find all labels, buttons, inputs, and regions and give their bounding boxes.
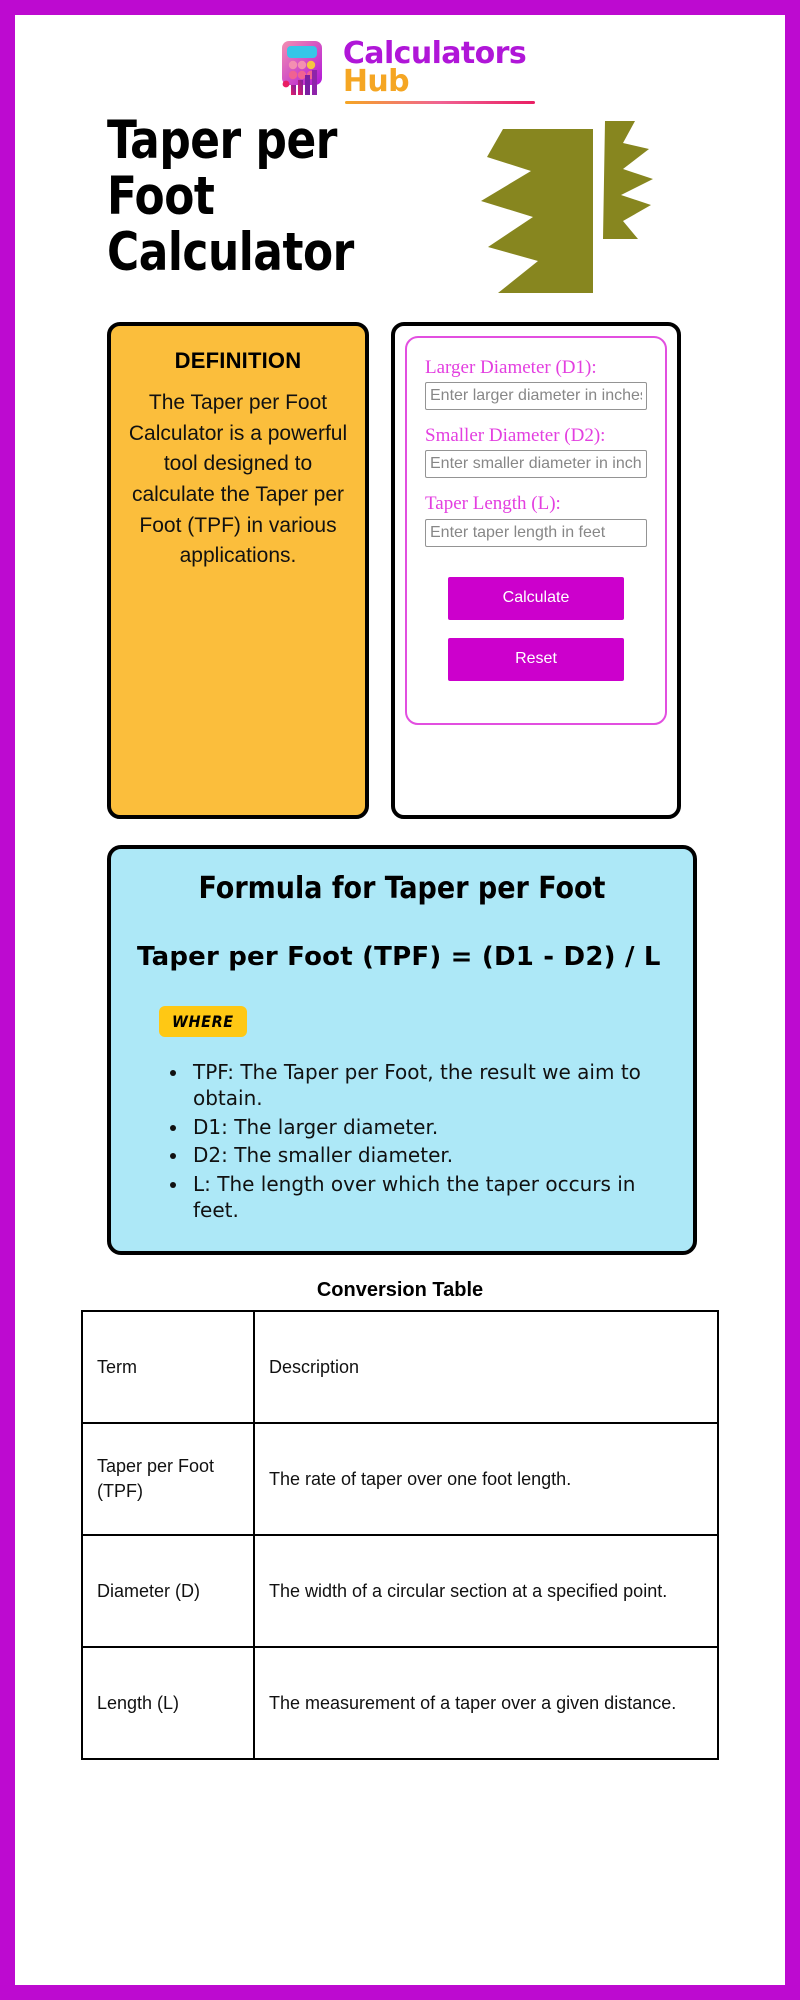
definition-heading: DEFINITION bbox=[174, 348, 302, 373]
field-larger-diameter: Larger Diameter (D1): bbox=[425, 356, 647, 411]
decorative-art bbox=[445, 113, 785, 322]
table-cell-description: The rate of taper over one foot length. bbox=[253, 1422, 719, 1537]
logo-underline bbox=[344, 100, 535, 104]
definition-body: The Taper per Foot Calculator is a power… bbox=[128, 391, 348, 568]
table-row: Diameter (D) The width of a circular sec… bbox=[81, 1534, 719, 1649]
where-badge: WHERE bbox=[159, 1006, 247, 1037]
calculator-form: Larger Diameter (D1): Smaller Diameter (… bbox=[405, 336, 667, 725]
reset-button[interactable]: Reset bbox=[448, 637, 624, 681]
table-cell-term: Taper per Foot (TPF) bbox=[81, 1422, 255, 1537]
label-smaller-diameter: Smaller Diameter (D2): bbox=[425, 425, 606, 447]
table-header-description: Description bbox=[253, 1310, 719, 1425]
table-header-row: Term Description bbox=[81, 1310, 719, 1425]
label-larger-diameter: Larger Diameter (D1): bbox=[425, 357, 597, 378]
table-cell-description: The measurement of a taper over a given … bbox=[253, 1646, 719, 1761]
table-row: Taper per Foot (TPF) The rate of taper o… bbox=[81, 1422, 719, 1537]
conversion-table: Term Description Taper per Foot (TPF) Th… bbox=[81, 1310, 719, 1761]
table-cell-term: Length (L) bbox=[81, 1646, 255, 1761]
conversion-table-title: Conversion Table bbox=[316, 1279, 484, 1302]
list-item: D1: The larger diameter. bbox=[189, 1114, 667, 1140]
brand-header: Calculators Hub bbox=[15, 15, 785, 107]
table-header-term: Term bbox=[81, 1310, 255, 1425]
formula-equation: Taper per Foot (TPF) = (D1 - D2) / L bbox=[137, 942, 661, 972]
title-section: Taper per Foot Calculator bbox=[15, 107, 785, 322]
input-smaller-diameter[interactable] bbox=[425, 450, 647, 479]
formula-heading: Formula for Taper per Foot bbox=[198, 871, 606, 906]
field-smaller-diameter: Smaller Diameter (D2): bbox=[425, 424, 647, 479]
logo-secondary-text: Hub bbox=[342, 64, 410, 99]
logo[interactable]: Calculators Hub bbox=[274, 37, 535, 104]
list-item: L: The length over which the taper occur… bbox=[189, 1171, 667, 1224]
calculator-bar-chart-icon bbox=[274, 37, 336, 99]
list-item: TPF: The Taper per Foot, the result we a… bbox=[189, 1059, 667, 1112]
input-larger-diameter[interactable] bbox=[425, 382, 647, 411]
label-taper-length: Taper Length (L): bbox=[425, 493, 561, 515]
calculator-card: Larger Diameter (D1): Smaller Diameter (… bbox=[391, 322, 681, 819]
zigzag-shape-icon bbox=[481, 121, 653, 293]
infographic-page: Calculators Hub Taper per Foot Calculato… bbox=[15, 15, 785, 1985]
calculate-button[interactable]: Calculate bbox=[448, 576, 624, 620]
table-row: Length (L) The measurement of a taper ov… bbox=[81, 1646, 719, 1761]
page-title: Taper per Foot Calculator bbox=[107, 110, 354, 284]
table-cell-term: Diameter (D) bbox=[81, 1534, 255, 1649]
formula-variable-list: TPF: The Taper per Foot, the result we a… bbox=[189, 1059, 667, 1223]
field-taper-length: Taper Length (L): bbox=[425, 492, 647, 547]
title-column: Taper per Foot Calculator bbox=[15, 110, 445, 322]
table-cell-description: The width of a circular section at a spe… bbox=[253, 1534, 719, 1649]
list-item: D2: The smaller diameter. bbox=[189, 1142, 667, 1168]
logo-text: Calculators Hub bbox=[342, 38, 535, 104]
definition-calculator-row: DEFINITION The Taper per Foot Calculator… bbox=[15, 322, 785, 819]
definition-card: DEFINITION The Taper per Foot Calculator… bbox=[107, 322, 369, 819]
formula-card: Formula for Taper per Foot Taper per Foo… bbox=[107, 845, 697, 1256]
input-taper-length[interactable] bbox=[425, 518, 647, 547]
